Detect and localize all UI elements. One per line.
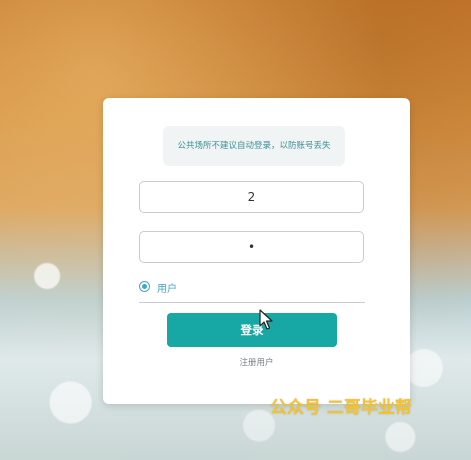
register-link[interactable]: 注册用户 (103, 356, 410, 368)
login-notice: 公共场所不建议自动登录，以防账号丢失 (163, 126, 345, 166)
username-input[interactable] (139, 181, 364, 213)
role-radio-user[interactable] (139, 281, 150, 292)
login-card: 公共场所不建议自动登录，以防账号丢失 用户 登录 注册用户 (103, 98, 410, 404)
role-selector: 用户 (139, 280, 365, 303)
mouse-pointer-icon (259, 309, 273, 330)
watermark-text: 公众号 二哥毕业帮 (270, 398, 412, 418)
role-label-user[interactable]: 用户 (157, 280, 177, 295)
password-input[interactable] (139, 231, 364, 263)
login-button[interactable]: 登录 (167, 313, 337, 347)
